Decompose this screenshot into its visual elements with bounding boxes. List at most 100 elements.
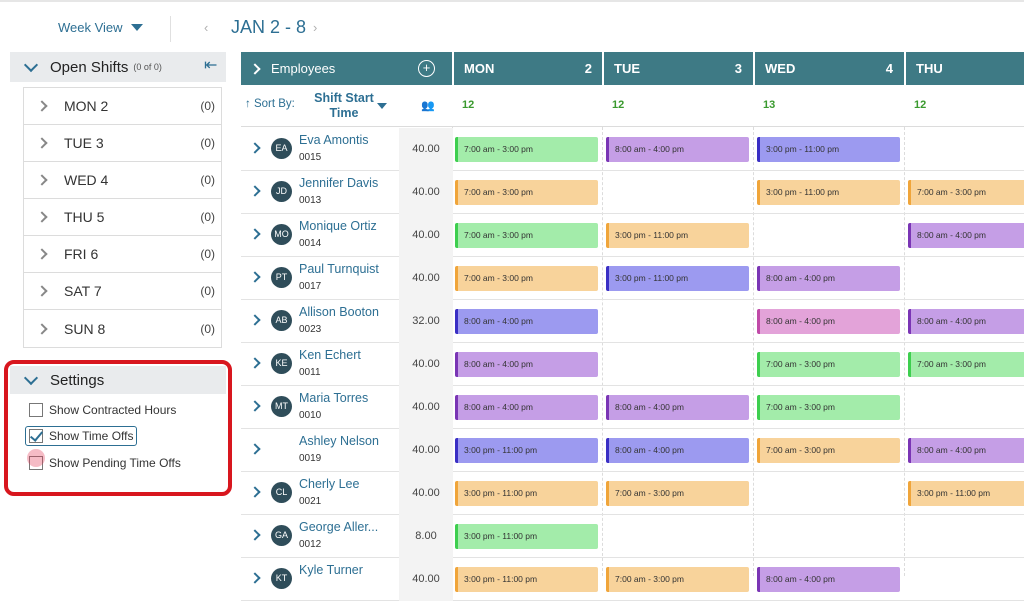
employee-name[interactable]: Allison Booton bbox=[299, 305, 379, 319]
shift-block[interactable]: 3:00 pm - 11:00 pm bbox=[908, 481, 1024, 506]
sort-by-label: ↑ Sort By: bbox=[245, 98, 295, 110]
open-shift-day-tue[interactable]: TUE 3 (0) bbox=[24, 125, 221, 162]
week-view-dropdown[interactable]: Week View bbox=[58, 20, 143, 35]
shift-block[interactable]: 3:00 pm - 11:00 pm bbox=[455, 524, 598, 549]
employee-id: 0010 bbox=[299, 410, 322, 421]
employee-name[interactable]: Paul Turnquist bbox=[299, 262, 379, 276]
avatar: EA bbox=[271, 138, 292, 159]
show-pending-time-offs-option[interactable]: Show Pending Time Offs bbox=[29, 456, 181, 470]
day-label: SAT 7 bbox=[64, 283, 102, 299]
day-header-tue[interactable]: TUE 3 bbox=[602, 52, 754, 85]
open-shifts-header[interactable]: Open Shifts (0 of 0) ⇤ bbox=[10, 52, 226, 82]
show-contracted-hours-option[interactable]: Show Contracted Hours bbox=[29, 403, 176, 417]
shift-block[interactable]: 7:00 am - 3:00 pm bbox=[908, 180, 1024, 205]
employee-name[interactable]: Ken Echert bbox=[299, 348, 361, 362]
day-header-wed[interactable]: WED 4 bbox=[753, 52, 905, 85]
employee-name[interactable]: Eva Amontis bbox=[299, 133, 368, 147]
chevron-down-icon bbox=[23, 370, 39, 385]
employee-id: 0021 bbox=[299, 496, 322, 507]
shift-block[interactable]: 3:00 pm - 11:00 pm bbox=[455, 481, 598, 506]
expand-row-icon[interactable] bbox=[249, 357, 261, 369]
people-icon: 👥 bbox=[421, 100, 435, 112]
day-count: (0) bbox=[200, 284, 215, 298]
chevron-down-icon[interactable] bbox=[377, 103, 387, 109]
settings-header[interactable]: Settings bbox=[10, 366, 226, 394]
employee-name[interactable]: Cherly Lee bbox=[299, 477, 359, 491]
shift-block[interactable]: 7:00 am - 3:00 pm bbox=[455, 137, 598, 162]
click-indicator bbox=[27, 449, 45, 467]
expand-row-icon[interactable] bbox=[249, 486, 261, 498]
shift-block[interactable]: 3:00 pm - 11:00 pm bbox=[757, 180, 900, 205]
expand-row-icon[interactable] bbox=[249, 142, 261, 154]
shift-block[interactable]: 8:00 am - 4:00 pm bbox=[606, 137, 749, 162]
shift-block[interactable]: 7:00 am - 3:00 pm bbox=[908, 352, 1024, 377]
shift-block[interactable]: 8:00 am - 4:00 pm bbox=[455, 395, 598, 420]
open-shift-day-wed[interactable]: WED 4 (0) bbox=[24, 162, 221, 199]
expand-row-icon[interactable] bbox=[249, 314, 261, 326]
show-contracted-hours-checkbox[interactable] bbox=[29, 403, 43, 417]
shift-block[interactable]: 7:00 am - 3:00 pm bbox=[606, 481, 749, 506]
shift-block[interactable]: 8:00 am - 4:00 pm bbox=[757, 567, 900, 592]
employee-name[interactable]: Jennifer Davis bbox=[299, 176, 378, 190]
open-shift-day-sun[interactable]: SUN 8 (0) bbox=[24, 310, 221, 347]
shift-block[interactable]: 8:00 am - 4:00 pm bbox=[606, 438, 749, 463]
expand-row-icon[interactable] bbox=[249, 443, 261, 455]
employee-name[interactable]: Monique Ortiz bbox=[299, 219, 377, 233]
shift-block[interactable]: 8:00 am - 4:00 pm bbox=[908, 309, 1024, 334]
employee-name[interactable]: Ashley Nelson bbox=[299, 434, 379, 448]
shift-block[interactable]: 8:00 am - 4:00 pm bbox=[757, 266, 900, 291]
sort-field-dropdown[interactable]: Shift Start Time bbox=[309, 91, 379, 121]
shift-block[interactable]: 8:00 am - 4:00 pm bbox=[908, 223, 1024, 248]
avatar bbox=[271, 439, 292, 460]
chevron-right-icon bbox=[36, 100, 48, 112]
day-date: 2 bbox=[584, 61, 592, 76]
expand-row-icon[interactable] bbox=[249, 228, 261, 240]
day-header-thu[interactable]: THU bbox=[904, 52, 1024, 85]
expand-row-icon[interactable] bbox=[249, 572, 261, 584]
shift-block[interactable]: 3:00 pm - 11:00 pm bbox=[757, 137, 900, 162]
expand-row-icon[interactable] bbox=[249, 400, 261, 412]
shift-block[interactable]: 8:00 am - 4:00 pm bbox=[757, 309, 900, 334]
next-week-button[interactable]: › bbox=[313, 20, 317, 35]
date-range: JAN 2 - 8 bbox=[231, 17, 307, 37]
shift-block[interactable]: 7:00 am - 3:00 pm bbox=[757, 395, 900, 420]
expand-row-icon[interactable] bbox=[249, 271, 261, 283]
shift-block[interactable]: 3:00 pm - 11:00 pm bbox=[606, 223, 749, 248]
avatar: MO bbox=[271, 224, 292, 245]
open-shift-day-thu[interactable]: THU 5 (0) bbox=[24, 199, 221, 236]
open-shift-day-mon[interactable]: MON 2 (0) bbox=[24, 88, 221, 125]
prev-week-button[interactable]: ‹ bbox=[204, 20, 208, 35]
day-label: THU 5 bbox=[64, 209, 105, 225]
shift-block[interactable]: 7:00 am - 3:00 pm bbox=[455, 180, 598, 205]
shift-block[interactable]: 7:00 am - 3:00 pm bbox=[455, 223, 598, 248]
shift-block[interactable]: 3:00 pm - 11:00 pm bbox=[455, 438, 598, 463]
open-shift-day-fri[interactable]: FRI 6 (0) bbox=[24, 236, 221, 273]
show-time-offs-option[interactable]: Show Time Offs bbox=[25, 426, 138, 446]
shift-block[interactable]: 3:00 pm - 11:00 pm bbox=[606, 266, 749, 291]
day-shift-count: 12 bbox=[914, 99, 927, 111]
shift-block[interactable]: 8:00 am - 4:00 pm bbox=[908, 438, 1024, 463]
table-row: KE Ken Echert 0011 40.00 8:00 am - 4:00 pm 7:… bbox=[241, 343, 1024, 386]
show-time-offs-checkbox[interactable] bbox=[29, 429, 43, 443]
expand-row-icon[interactable] bbox=[249, 529, 261, 541]
shift-block[interactable]: 8:00 am - 4:00 pm bbox=[455, 309, 598, 334]
employee-name[interactable]: Kyle Turner bbox=[299, 563, 363, 577]
shift-block[interactable]: 7:00 am - 3:00 pm bbox=[757, 352, 900, 377]
shift-block[interactable]: 7:00 am - 3:00 pm bbox=[455, 266, 598, 291]
collapse-panel-icon[interactable]: ⇤ bbox=[204, 58, 220, 76]
top-bar: Week View ‹ JAN 2 - 8 › bbox=[0, 0, 1024, 52]
employee-name[interactable]: Maria Torres bbox=[299, 391, 368, 405]
expand-row-icon[interactable] bbox=[249, 185, 261, 197]
add-employee-icon[interactable]: + bbox=[418, 60, 435, 77]
employee-hours: 8.00 bbox=[399, 515, 453, 558]
table-row: JD Jennifer Davis 0013 40.00 7:00 am - 3:00 … bbox=[241, 171, 1024, 214]
table-row: AB Allison Booton 0023 32.00 8:00 am - 4:00 … bbox=[241, 300, 1024, 343]
shift-block[interactable]: 7:00 am - 3:00 pm bbox=[606, 567, 749, 592]
open-shift-day-sat[interactable]: SAT 7 (0) bbox=[24, 273, 221, 310]
employee-name[interactable]: George Aller... bbox=[299, 520, 378, 534]
day-header-mon[interactable]: MON 2 bbox=[452, 52, 604, 85]
shift-block[interactable]: 8:00 am - 4:00 pm bbox=[606, 395, 749, 420]
shift-block[interactable]: 8:00 am - 4:00 pm bbox=[455, 352, 598, 377]
shift-block[interactable]: 3:00 pm - 11:00 pm bbox=[455, 567, 598, 592]
shift-block[interactable]: 7:00 am - 3:00 pm bbox=[757, 438, 900, 463]
